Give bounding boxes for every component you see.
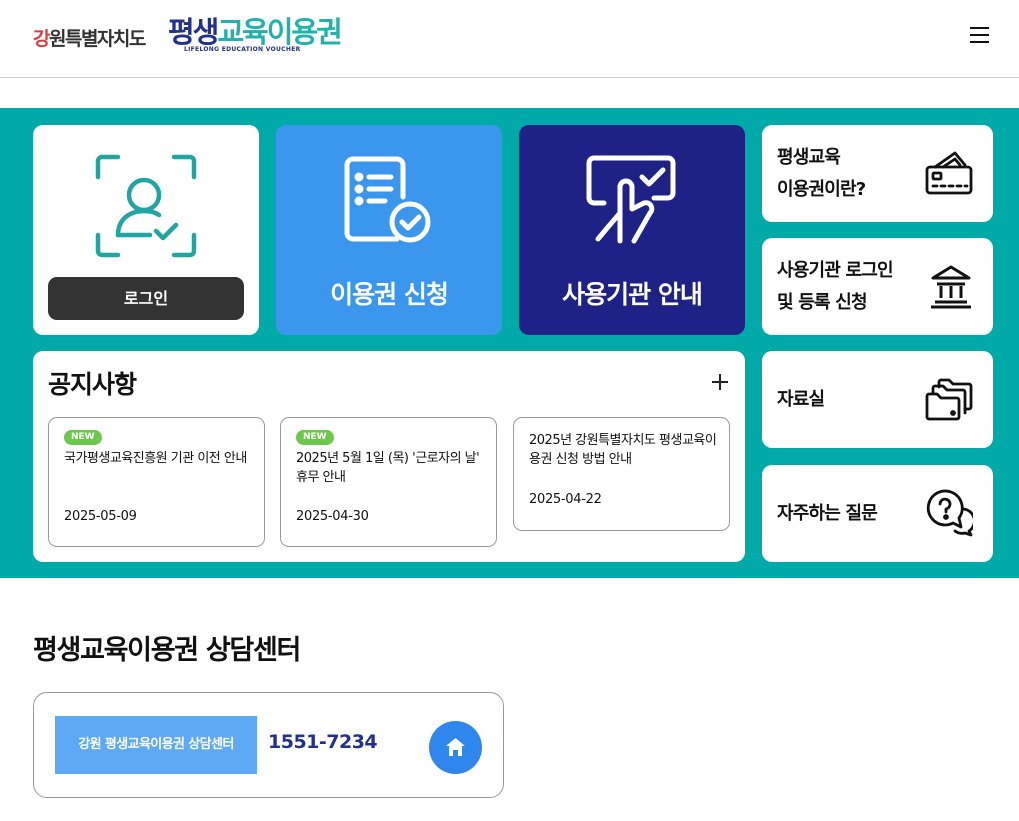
notice-item[interactable]: NEW 2025년 5월 1일 (목) '근로자의 날' 휴무 안내 2025-… (280, 417, 497, 547)
login-card: 로그인 (33, 125, 259, 335)
gangwon-logo[interactable]: 강원특별자치도 (33, 24, 146, 51)
voucher-apply-label: 이용권 신청 (330, 280, 449, 309)
institution-login-card[interactable]: 사용기관 로그인 및 등록 신청 (762, 238, 993, 335)
faq-label: 자주하는 질문 (777, 502, 878, 524)
document-check-icon (344, 156, 431, 243)
counsel-phone-number[interactable]: 1551-7234 (268, 731, 378, 753)
hamburger-icon[interactable] (968, 24, 992, 44)
notice-item[interactable]: NEW 국가평생교육진흥원 기관 이전 안내 2025-05-09 (48, 417, 265, 547)
institution-building-icon (931, 265, 971, 309)
notice-item-date: 2025-05-09 (64, 509, 137, 524)
notice-item-title: 2025년 5월 1일 (목) '근로자의 날' 휴무 안내 (296, 451, 480, 485)
login-button[interactable]: 로그인 (48, 277, 244, 320)
voucher-logo-prefix: 평생 (168, 15, 219, 49)
faq-card[interactable]: 자주하는 질문 (762, 465, 993, 562)
gangwon-logo-text: 원특별자치도 (48, 28, 146, 50)
notice-item-title: 2025년 강원특별자치도 평생교육이용권 신청 방법 안내 (529, 433, 717, 467)
notice-panel: 공지사항 NEW 국가평생교육진흥원 기관 이전 안내 2025-05-09 N… (33, 351, 745, 562)
archive-card[interactable]: 자료실 (762, 351, 993, 448)
voucher-logo-text: 평생교육이용권 (168, 15, 343, 49)
home-icon (446, 738, 465, 756)
face-scan-user-icon (95, 154, 197, 258)
voucher-card-icon (925, 151, 973, 195)
plus-icon[interactable] (711, 373, 729, 391)
gangwon-logo-mark: 강 (33, 28, 50, 50)
voucher-logo-rest: 교육이용권 (217, 15, 342, 49)
notice-item-title: 국가평생교육진흥원 기관 이전 안내 (64, 451, 247, 466)
question-chat-icon (926, 489, 973, 537)
voucher-about-card[interactable]: 평생교육 이용권이란? (762, 125, 993, 222)
folders-icon (925, 378, 973, 421)
home-button[interactable] (429, 721, 482, 774)
voucher-logo[interactable]: 평생교육이용권 LIFELONG EDUCATION VOUCHER (168, 15, 343, 53)
new-badge: NEW (64, 430, 102, 445)
institution-guide-label: 사용기관 안내 (562, 280, 703, 309)
counsel-center-box: 강원 평생교육이용권 상담센터 1551-7234 (33, 692, 504, 798)
counsel-center-name: 강원 평생교육이용권 상담센터 (55, 716, 257, 774)
counsel-section-title: 평생교육이용권 상담센터 (33, 635, 301, 666)
institution-login-label: 사용기관 로그인 및 등록 신청 (777, 259, 894, 313)
new-badge: NEW (296, 430, 334, 445)
archive-label: 자료실 (777, 388, 825, 410)
notice-item-date: 2025-04-22 (529, 492, 602, 507)
site-header: 강원특별자치도 평생교육이용권 LIFELONG EDUCATION VOUCH… (0, 0, 1019, 78)
notice-item[interactable]: 2025년 강원특별자치도 평생교육이용권 신청 방법 안내 2025-04-2… (513, 417, 730, 531)
institution-guide-card[interactable]: 사용기관 안내 (519, 125, 745, 335)
notice-title: 공지사항 (48, 370, 137, 399)
notice-item-date: 2025-04-30 (296, 509, 369, 524)
voucher-apply-card[interactable]: 이용권 신청 (276, 125, 502, 335)
touch-screen-check-icon (586, 155, 676, 244)
voucher-about-label: 평생교육 이용권이란? (777, 146, 866, 200)
